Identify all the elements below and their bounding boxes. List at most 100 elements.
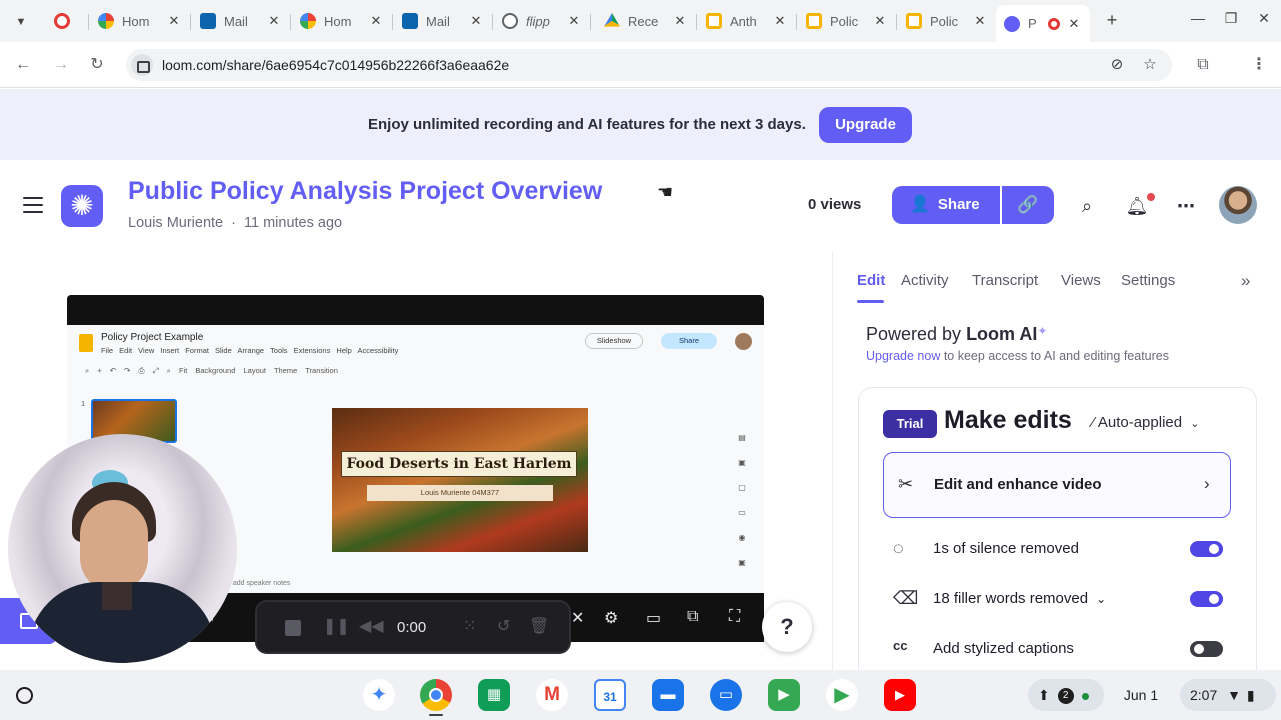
eraser-icon: ⌫	[893, 588, 919, 608]
recording-indicator-icon	[1048, 17, 1060, 30]
hamburger-menu-icon[interactable]	[23, 197, 43, 213]
site-info-icon[interactable]	[131, 54, 153, 76]
browser-tab-strip: ▼ Hom ✕ Mail ✕ Hom ✕ Mail ✕ flipp ✕ Rece…	[0, 0, 1281, 42]
tab-views[interactable]: Views	[1061, 272, 1101, 289]
close-tab-icon[interactable]: ✕	[566, 13, 582, 29]
webcam-bubble[interactable]	[8, 434, 237, 663]
user-avatar[interactable]	[1219, 186, 1257, 224]
date-display[interactable]: Jun 1	[1110, 679, 1172, 711]
tab-search-chevron-icon[interactable]: ▼	[10, 11, 32, 33]
tab-settings[interactable]: Settings	[1121, 272, 1175, 289]
recording-control-bar: ❚❚ ◀◀ 0:00 ⁙ ↺ 🗑︎	[255, 600, 571, 654]
google-slides-logo-icon	[79, 334, 93, 352]
browser-tab-2[interactable]: Hom ✕	[90, 7, 190, 35]
meet-app-icon[interactable]: ▶	[768, 679, 800, 711]
browser-tab-8[interactable]: Anth ✕	[698, 7, 796, 35]
close-tab-icon[interactable]: ✕	[266, 13, 282, 29]
copy-link-button[interactable]: 🔗	[1002, 186, 1054, 224]
browser-tab-6[interactable]: flipp ✕	[494, 7, 590, 35]
new-tab-plus-icon[interactable]: +	[1102, 10, 1122, 30]
settings-gear-icon[interactable]: ⚙	[604, 608, 618, 628]
notifications-bell-icon[interactable]: 🔔︎	[1125, 194, 1149, 218]
chrome-app-icon[interactable]	[420, 679, 452, 711]
close-tab-icon[interactable]: ✕	[166, 13, 182, 29]
calendar-app-icon[interactable]: 31	[594, 679, 626, 711]
restore-window-icon[interactable]: ❐	[1221, 10, 1241, 27]
stop-recording-icon[interactable]	[285, 620, 301, 636]
extensions-puzzle-icon[interactable]: ⧉	[1192, 54, 1214, 76]
close-tab-icon[interactable]: ✕	[972, 13, 988, 29]
launcher-icon[interactable]	[16, 687, 33, 704]
grid-icon[interactable]: ⁙	[463, 616, 476, 636]
browser-tab-4[interactable]: Hom ✕	[292, 7, 392, 35]
fullscreen-icon[interactable]: ⛶	[729, 608, 740, 626]
close-x-icon[interactable]: ✕	[571, 608, 584, 628]
gmail-app-icon[interactable]: M	[536, 679, 568, 711]
tab-separator	[696, 14, 697, 30]
captions-toggle[interactable]	[1190, 641, 1223, 657]
loom-logo-icon[interactable]: ✺	[61, 185, 103, 227]
browser-tab-5[interactable]: Mail ✕	[394, 7, 492, 35]
slide-canvas-image	[332, 408, 588, 552]
close-tab-icon[interactable]: ✕	[1066, 16, 1082, 32]
close-tab-icon[interactable]: ✕	[468, 13, 484, 29]
youtube-app-icon[interactable]: ▶	[884, 679, 916, 711]
more-options-icon[interactable]: ⋯	[1174, 194, 1198, 218]
browser-tab-10[interactable]: Polic ✕	[898, 7, 996, 35]
browser-tab-active-loom[interactable]: P ✕	[996, 5, 1090, 42]
back-arrow-icon[interactable]: ←	[12, 54, 34, 76]
address-bar[interactable]: loom.com/share/6ae6954c7c014956b22266f3a…	[126, 49, 1172, 81]
upgrade-button[interactable]: Upgrade	[819, 107, 912, 143]
collapse-panel-icon[interactable]: »	[1241, 271, 1250, 291]
messages-app-icon[interactable]: ▭	[710, 679, 742, 711]
picture-in-picture-icon[interactable]: ⧉	[687, 608, 698, 626]
close-tab-icon[interactable]: ✕	[872, 13, 888, 29]
pause-icon[interactable]: ❚❚	[323, 616, 350, 636]
play-store-app-icon[interactable]: ▶	[826, 679, 858, 711]
tab-edit[interactable]: Edit	[857, 272, 885, 289]
tab-title: flipp	[526, 13, 550, 29]
search-icon[interactable]: ⌕	[1075, 194, 1099, 218]
close-window-icon[interactable]: ✕	[1254, 10, 1274, 27]
close-tab-icon[interactable]: ✕	[772, 13, 788, 29]
tab-transcript[interactable]: Transcript	[972, 272, 1038, 289]
forward-arrow-icon[interactable]: →	[50, 54, 72, 76]
video-title[interactable]: Public Policy Analysis Project Overview	[128, 177, 602, 206]
delete-trash-icon[interactable]: 🗑︎	[529, 616, 549, 636]
browser-tab-9[interactable]: Polic ✕	[798, 7, 896, 35]
minimize-window-icon[interactable]: —	[1188, 10, 1208, 26]
eye-off-icon[interactable]: ⊘	[1107, 55, 1127, 75]
upgrade-now-link[interactable]: Upgrade now	[866, 349, 940, 363]
help-button[interactable]: ?	[762, 602, 812, 652]
screen-capture-icon: ⬆	[1038, 687, 1050, 703]
banner-message: Enjoy unlimited recording and AI feature…	[368, 116, 806, 133]
browser-menu-icon[interactable]: ⋮	[1248, 54, 1270, 76]
restart-icon[interactable]: ↺	[497, 616, 510, 636]
bookmark-star-icon[interactable]: ☆	[1140, 55, 1160, 75]
status-tray-left[interactable]: ⬆ 2	[1028, 679, 1104, 711]
edit-enhance-video-button[interactable]: ✂ Edit and enhance video ›	[883, 452, 1231, 518]
silence-toggle[interactable]	[1190, 541, 1223, 557]
close-tab-icon[interactable]: ✕	[672, 13, 688, 29]
gemini-app-icon[interactable]: ✦	[363, 679, 395, 711]
classroom-app-icon[interactable]: ▦	[478, 679, 510, 711]
view-count[interactable]: 0 views	[808, 196, 861, 213]
reload-icon[interactable]: ↻	[86, 54, 108, 76]
share-button[interactable]: 👤 Share	[892, 186, 1000, 224]
auto-applied-dropdown[interactable]: ⁄ Auto-applied ⌄	[1092, 414, 1199, 431]
filler-words-toggle[interactable]	[1190, 591, 1223, 607]
browser-tab-1[interactable]	[46, 7, 90, 35]
browser-tab-7[interactable]: Rece ✕	[596, 7, 696, 35]
close-tab-icon[interactable]: ✕	[368, 13, 384, 29]
files-app-icon[interactable]: ▬	[652, 679, 684, 711]
theater-mode-icon[interactable]: ▭	[646, 608, 661, 628]
slideshow-button: Slideshow	[585, 333, 643, 349]
volume-icon[interactable]: 🔈︎	[208, 608, 218, 626]
author-name[interactable]: Louis Muriente	[128, 215, 223, 231]
chevron-down-icon[interactable]: ⌄	[1096, 592, 1106, 606]
system-tray[interactable]: 2:07 ▼ ▮	[1180, 679, 1276, 711]
browser-tab-3[interactable]: Mail ✕	[192, 7, 290, 35]
rewind-icon[interactable]: ◀◀	[359, 616, 384, 636]
tab-activity[interactable]: Activity	[901, 272, 949, 289]
slides-toolbar-labels: Fit Background Layout Theme Transition	[178, 366, 338, 375]
